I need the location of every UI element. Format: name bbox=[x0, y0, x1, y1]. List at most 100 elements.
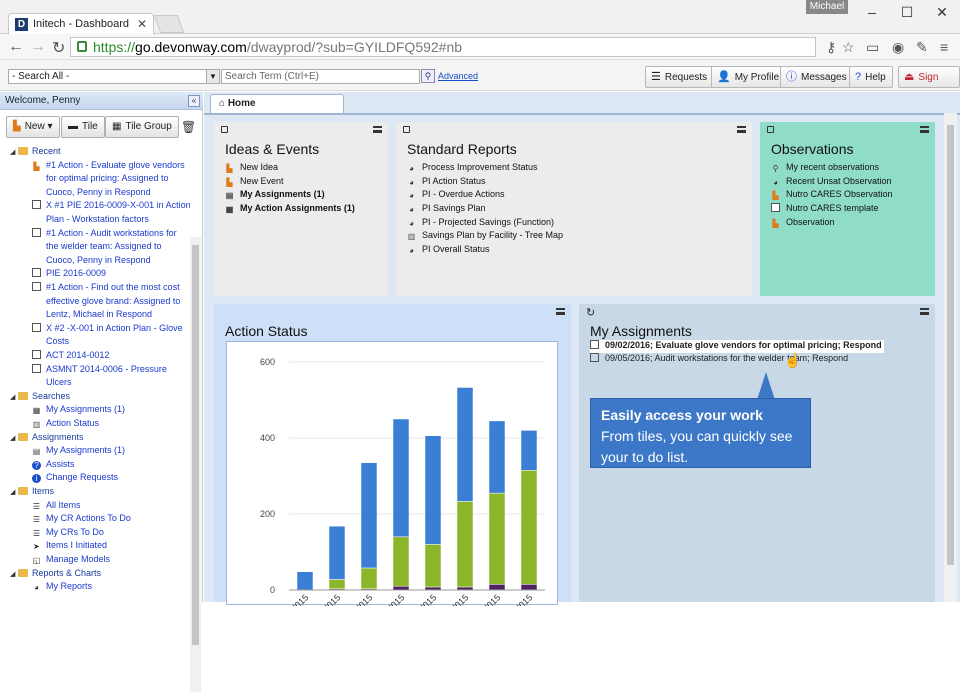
tree-item[interactable]: ➤ Items I Initiated bbox=[32, 540, 107, 551]
reload-icon[interactable]: ↻ bbox=[52, 38, 65, 58]
new-button[interactable]: ▙ New ▾ bbox=[6, 116, 60, 138]
bookmark-star-icon[interactable]: ☆ bbox=[842, 39, 855, 56]
tree-item[interactable]: ☰ My CR Actions To Do bbox=[32, 513, 131, 524]
expand-toggle-icon[interactable]: ◢ bbox=[10, 488, 18, 496]
back-arrow-icon[interactable]: ← bbox=[8, 38, 24, 56]
tree-item-label-continued[interactable]: Lentz, Michael in Respond bbox=[46, 309, 152, 319]
trash-icon[interactable]: 🗑 bbox=[181, 120, 196, 134]
tree-item[interactable]: ▥ Action Status bbox=[32, 418, 99, 429]
tile-menu-icon[interactable] bbox=[737, 126, 746, 133]
lock-icon[interactable] bbox=[403, 126, 410, 133]
tree-item[interactable]: ◱ Manage Models bbox=[32, 554, 110, 565]
key-icon[interactable]: ⚷ bbox=[826, 39, 836, 56]
tree-item[interactable]: PIE 2016-0009 bbox=[32, 268, 106, 278]
tree-item-label-continued[interactable]: the welder team: Assigned to bbox=[46, 241, 162, 251]
main-scrollbar[interactable] bbox=[944, 113, 957, 602]
profile-user-badge[interactable]: Michael bbox=[806, 0, 848, 14]
tree-item[interactable]: ☰ All Items bbox=[32, 500, 81, 511]
tree-folder[interactable]: ◢ Items bbox=[10, 486, 54, 496]
lock-icon[interactable] bbox=[767, 126, 774, 133]
tree-folder[interactable]: ◢ Searches bbox=[10, 391, 70, 401]
tile-link[interactable]: ▥ Savings Plan by Facility - Tree Map bbox=[407, 230, 563, 244]
tree-item-label-continued[interactable]: effective glove brand: Assigned to bbox=[46, 296, 180, 306]
minimize-icon[interactable]: – bbox=[860, 2, 884, 22]
chevron-down-icon[interactable]: ▼ bbox=[206, 70, 219, 83]
tile-menu-icon[interactable] bbox=[920, 126, 929, 133]
tile-button[interactable]: ▬ Tile bbox=[61, 116, 105, 138]
my-profile-button[interactable]: 👤 My Profile bbox=[711, 66, 787, 88]
tree-item-label-continued[interactable]: Cuoco, Penny in Respond bbox=[46, 255, 151, 265]
tile-link[interactable]: Nutro CARES template bbox=[771, 203, 893, 217]
tree-item[interactable]: ▙ #1 Action - Evaluate glove vendors bbox=[32, 160, 184, 171]
close-window-icon[interactable]: ✕ bbox=[930, 2, 954, 22]
cast-icon[interactable]: ▭ bbox=[866, 39, 879, 56]
new-tab-button[interactable] bbox=[153, 15, 185, 33]
expand-toggle-icon[interactable]: ◢ bbox=[10, 148, 18, 156]
tree-item[interactable]: ACT 2014-0012 bbox=[32, 350, 109, 360]
tree-folder[interactable]: ◢ Reports & Charts bbox=[10, 568, 101, 578]
action-status-chart[interactable]: 0200400600January 2015February 2015March… bbox=[226, 341, 558, 641]
tile-link[interactable]: ▙ New Event bbox=[225, 176, 355, 190]
tree-item-label-continued[interactable]: for optimal pricing: Assigned to bbox=[46, 173, 169, 183]
tile-menu-icon[interactable] bbox=[373, 126, 382, 133]
assignment-row[interactable]: 09/02/2016; Evaluate glove vendors for o… bbox=[590, 340, 884, 353]
tile-link[interactable]: ◕ PI Overall Status bbox=[407, 244, 563, 258]
tree-item[interactable]: ◕ My Reports bbox=[32, 581, 92, 592]
tile-link[interactable]: ▙ Observation bbox=[771, 217, 893, 231]
tile-link[interactable]: ◕ PI Savings Plan bbox=[407, 203, 563, 217]
tile-link[interactable]: ◕ PI Action Status bbox=[407, 176, 563, 190]
tree-folder[interactable]: ◢ Recent bbox=[10, 146, 61, 156]
tree-folder[interactable]: ◢ Assignments bbox=[10, 432, 84, 442]
tree-item[interactable]: ☰ My CRs To Do bbox=[32, 527, 104, 538]
sidebar-scrollbar[interactable] bbox=[190, 237, 201, 692]
requests-button[interactable]: ☰ Requests bbox=[645, 66, 715, 88]
main-scroll-thumb[interactable] bbox=[947, 125, 954, 565]
tile-link[interactable]: ⚲ My recent observations bbox=[771, 162, 893, 176]
tile-link[interactable]: ◕ PI - Projected Savings (Function) bbox=[407, 217, 563, 231]
expand-toggle-icon[interactable]: ◢ bbox=[10, 393, 18, 401]
sign-off-button[interactable]: ⏏Sign Off bbox=[898, 66, 960, 103]
lock-icon[interactable] bbox=[221, 126, 228, 133]
close-tab-icon[interactable]: ✕ bbox=[137, 17, 147, 31]
tree-item[interactable]: i Change Requests bbox=[32, 472, 118, 484]
tree-item[interactable]: ASMNT 2014-0006 - Pressure bbox=[32, 363, 167, 374]
menu-icon[interactable]: ≡ bbox=[940, 39, 948, 55]
tile-link[interactable]: ▦ My Action Assignments (1) bbox=[225, 203, 355, 217]
browser-tab[interactable]: D Initech - Dashboard ✕ bbox=[8, 13, 154, 35]
assignment-row[interactable]: 09/05/2016; Audit workstations for the w… bbox=[590, 353, 884, 366]
extension-icon[interactable]: ◉ bbox=[892, 39, 904, 56]
tree-item[interactable]: #1 Action - Audit workstations for bbox=[32, 227, 177, 238]
tree-item[interactable]: #1 Action - Find out the most cost bbox=[32, 282, 180, 292]
help-button[interactable]: ? Help bbox=[849, 66, 893, 88]
sidebar-scroll-thumb[interactable] bbox=[192, 245, 199, 645]
search-input[interactable]: Search Term (Ctrl+E) bbox=[221, 69, 420, 84]
tree-item-label-continued[interactable]: Ulcers bbox=[46, 377, 72, 387]
tile-menu-icon[interactable] bbox=[920, 308, 929, 315]
expand-toggle-icon[interactable]: ◢ bbox=[10, 434, 18, 442]
search-icon[interactable]: ⚲ bbox=[421, 69, 435, 83]
tree-item[interactable]: ▦ My Assignments (1) bbox=[32, 404, 125, 415]
tree-item[interactable]: X #1 PIE 2016-0009-X-001 in Action bbox=[32, 200, 190, 210]
tile-link[interactable]: ▙ New Idea bbox=[225, 162, 355, 176]
tree-item-label-continued[interactable]: Cuoco, Penny in Respond bbox=[46, 187, 151, 197]
search-scope-select[interactable]: - Search All - ▼ bbox=[8, 69, 220, 84]
maximize-icon[interactable]: ☐ bbox=[895, 2, 919, 22]
tile-link[interactable]: ▙ Nutro CARES Observation bbox=[771, 189, 892, 203]
tree-item[interactable]: ▤ My Assignments (1) bbox=[32, 445, 125, 456]
tile-menu-icon[interactable] bbox=[556, 308, 565, 315]
collapse-sidebar-icon[interactable]: « bbox=[188, 95, 200, 107]
url-field[interactable]: https://go.devonway.com/dwayprod/?sub=GY… bbox=[70, 37, 816, 57]
advanced-search-link[interactable]: Advanced bbox=[438, 71, 478, 81]
tree-item-label-continued[interactable]: Costs bbox=[46, 336, 69, 346]
eyedropper-icon[interactable]: ✎ bbox=[916, 39, 928, 56]
tile-group-button[interactable]: ▦ Tile Group bbox=[105, 116, 179, 138]
forward-arrow-icon[interactable]: → bbox=[30, 38, 46, 56]
tile-link[interactable]: ▤ My Assignments (1) bbox=[225, 189, 355, 203]
refresh-icon[interactable]: ↻ bbox=[586, 306, 595, 319]
tree-item[interactable]: ? Assists bbox=[32, 459, 75, 470]
tile-link[interactable]: ◕ Process Improvement Status bbox=[407, 162, 563, 176]
tree-item[interactable]: X #2 -X-001 in Action Plan - Glove bbox=[32, 322, 183, 333]
tab-home[interactable]: ⌂ Home bbox=[210, 94, 344, 114]
messages-button[interactable]: ⓘ Messages bbox=[780, 66, 854, 88]
expand-toggle-icon[interactable]: ◢ bbox=[10, 570, 18, 578]
